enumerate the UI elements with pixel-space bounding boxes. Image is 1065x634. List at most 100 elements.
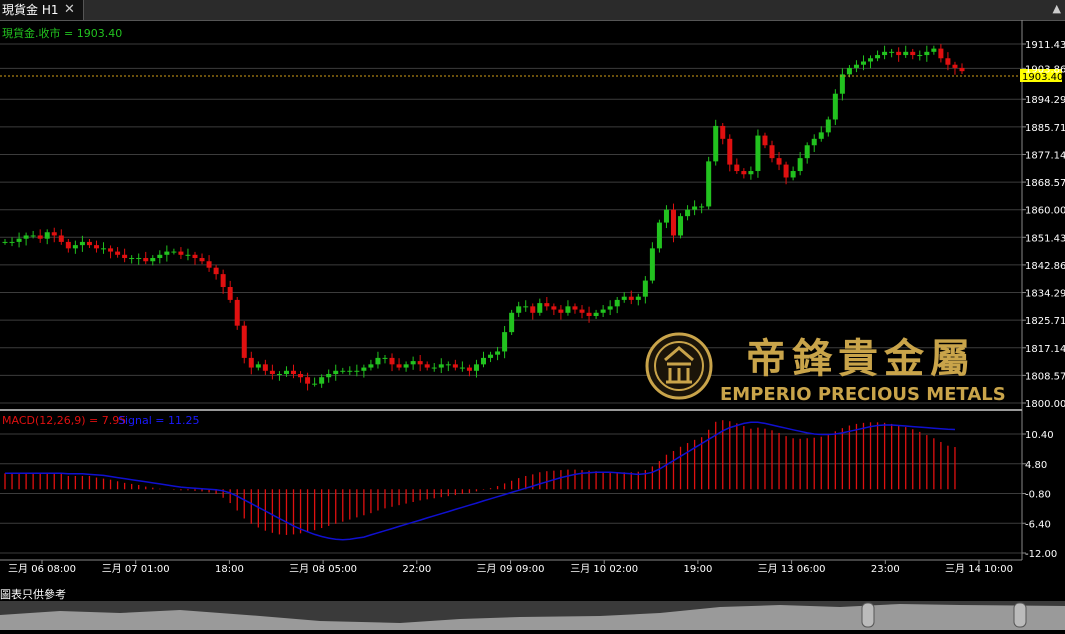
candle-up xyxy=(924,51,930,56)
candle-up xyxy=(593,312,599,317)
candle-up xyxy=(473,364,479,371)
candle-up xyxy=(150,258,156,262)
candle-down xyxy=(670,209,676,236)
candle-up xyxy=(537,303,543,313)
price-tick-label: 1860.00 xyxy=(1025,206,1065,217)
candle-up xyxy=(804,145,810,159)
price-tick-label: 1825.71 xyxy=(1025,316,1065,327)
candle-up xyxy=(797,158,803,172)
candle-up xyxy=(368,364,374,368)
time-tick-label: 三月 14 10:00 xyxy=(945,563,1013,575)
candle-down xyxy=(269,370,275,375)
candle-down xyxy=(945,58,951,65)
candle-up xyxy=(101,248,107,250)
candle-down xyxy=(952,64,958,68)
candle-up xyxy=(607,306,613,310)
candle-down xyxy=(213,267,219,275)
candle-down xyxy=(389,357,395,365)
signal-label: Signal = 11.25 xyxy=(118,414,200,427)
candle-up xyxy=(136,258,142,260)
candle-down xyxy=(424,364,430,368)
candle-up xyxy=(748,171,754,175)
candle-up xyxy=(333,370,339,375)
candle-up xyxy=(713,125,719,162)
candle-up xyxy=(860,61,866,65)
candle-up xyxy=(382,357,388,359)
candle-down xyxy=(551,306,557,310)
time-tick-label: 19:00 xyxy=(683,564,712,575)
candle-down xyxy=(452,364,458,368)
candle-up xyxy=(663,209,669,223)
time-tick-label: 22:00 xyxy=(402,564,431,575)
candle-down xyxy=(65,241,71,249)
price-tick-label: 1911.43 xyxy=(1025,40,1065,51)
tab-title: 現貨金 H1 xyxy=(2,3,59,17)
tab-chart[interactable]: 現貨金 H1 ✕ xyxy=(0,0,84,20)
candle-up xyxy=(347,370,353,372)
candle-down xyxy=(741,171,747,175)
watermark: 帝鋒貴金屬 EMPERIO PRECIOUS METALS xyxy=(645,332,1006,405)
candle-up xyxy=(326,374,332,378)
candle-up xyxy=(832,93,838,120)
candle-up xyxy=(882,51,888,56)
macd-tick-label: 10.40 xyxy=(1025,430,1054,441)
price-tick-label: 1877.14 xyxy=(1025,150,1065,161)
price-tick-label: 1834.29 xyxy=(1025,289,1065,300)
price-tick-label: 1842.86 xyxy=(1025,261,1065,272)
candle-up xyxy=(157,254,163,259)
candle-down xyxy=(199,258,205,262)
candle-down xyxy=(720,125,726,139)
candle-up xyxy=(839,74,845,94)
collapse-icon[interactable]: ▲ xyxy=(1053,2,1061,15)
candle-down xyxy=(910,51,916,56)
candle-down xyxy=(143,258,149,262)
candle-up xyxy=(699,206,705,208)
candle-up xyxy=(678,216,684,236)
candle-up xyxy=(164,251,170,255)
candle-up xyxy=(685,209,691,217)
candle-up xyxy=(818,132,824,139)
candle-down xyxy=(220,274,226,288)
candle-up xyxy=(23,235,29,239)
candle-down xyxy=(115,251,121,255)
macd-tick-label: -0.80 xyxy=(1025,490,1051,501)
time-tick-label: 18:00 xyxy=(215,564,244,575)
candle-down xyxy=(93,245,99,249)
candle-up xyxy=(481,357,486,365)
candle-up xyxy=(129,258,135,260)
signal-line xyxy=(5,421,956,541)
candle-down xyxy=(417,361,423,365)
candle-up xyxy=(312,383,318,385)
candle-up xyxy=(488,354,494,358)
price-tick-label: 1851.43 xyxy=(1025,233,1065,244)
watermark-english: EMPERIO PRECIOUS METALS xyxy=(720,384,1006,405)
price-tick-label: 1903.86 xyxy=(1025,64,1065,75)
candle-down xyxy=(234,299,240,326)
candle-up xyxy=(340,370,346,372)
candle-down xyxy=(227,287,233,300)
candle-down xyxy=(896,51,902,56)
candle-down xyxy=(558,309,564,313)
price-tick-label: 1868.57 xyxy=(1025,178,1065,189)
navigator-handle-left[interactable] xyxy=(861,602,875,628)
candle-up xyxy=(79,241,85,246)
candle-up xyxy=(656,222,662,249)
candle-up xyxy=(16,238,22,242)
navigator-area xyxy=(0,604,1065,630)
candle-up xyxy=(565,306,571,313)
candle-up xyxy=(825,119,831,133)
navigator-handle-right[interactable] xyxy=(1013,602,1027,628)
candle-down xyxy=(762,135,768,146)
candle-down xyxy=(298,374,304,378)
chart-navigator[interactable] xyxy=(0,601,1065,630)
candle-down xyxy=(586,312,592,317)
candle-up xyxy=(44,232,50,239)
candle-up xyxy=(354,370,360,372)
price-chart[interactable]: 帝鋒貴金屬 EMPERIO PRECIOUS METALS 1903.40 現貨… xyxy=(0,20,1065,600)
candle-up xyxy=(868,58,874,62)
close-icon[interactable]: ✕ xyxy=(64,0,75,20)
candle-up xyxy=(635,296,641,300)
candle-down xyxy=(305,377,311,384)
candle-down xyxy=(959,67,965,72)
candle-down xyxy=(58,235,64,242)
